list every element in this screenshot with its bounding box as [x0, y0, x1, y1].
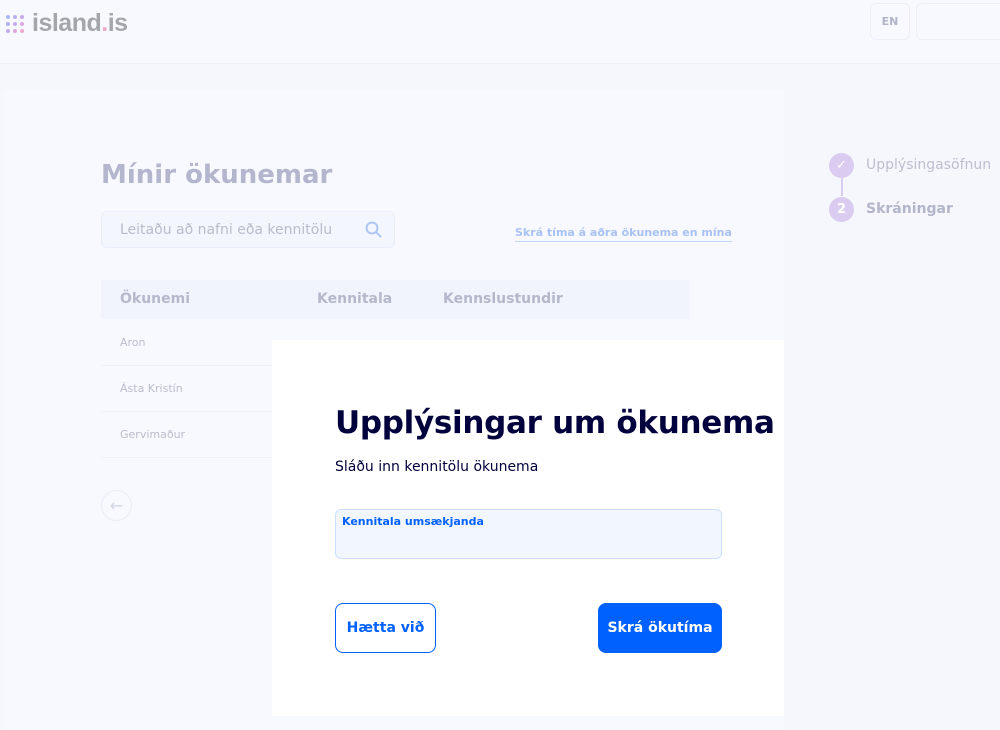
field-label: Kennitala umsækjanda [342, 515, 484, 528]
step-number: 2 [829, 196, 854, 222]
step-done: ✓ Upplýsingasöfnun [829, 152, 991, 178]
header: island.is EN [0, 0, 1000, 64]
search-icon[interactable] [365, 221, 382, 238]
column-header: Kennitala [317, 291, 393, 307]
check-icon: ✓ [829, 152, 854, 178]
island-logo[interactable]: island.is [6, 9, 128, 38]
column-header: Kennslustundir [443, 291, 563, 307]
other-students-link[interactable]: Skrá tíma á aðra ökunema en mína [515, 226, 732, 242]
national-id-input[interactable] [342, 532, 712, 554]
table-header: Ökunemi Kennitala Kennslustundir [101, 280, 690, 319]
student-name: Ásta Kristín [120, 382, 183, 395]
column-header: Ökunemi [120, 291, 191, 307]
logo-text: island.is [32, 9, 128, 37]
step-connector [841, 178, 843, 196]
modal-title: Upplýsingar um ökunema [335, 405, 775, 441]
page-title: Mínir ökunemar [101, 160, 333, 190]
student-name: Gervimaður [120, 428, 186, 441]
student-info-modal: Upplýsingar um ökunema Sláðu inn kennitö… [272, 340, 784, 716]
cancel-button[interactable]: Hætta við [335, 603, 436, 653]
logo-dots-icon [6, 14, 24, 33]
stepper: ✓ Upplýsingasöfnun 2 Skráningar [829, 152, 991, 222]
step-current: 2 Skráningar [829, 196, 991, 222]
language-button[interactable]: EN [870, 3, 910, 40]
student-name: Aron [120, 336, 146, 349]
modal-subtitle: Sláðu inn kennitölu ökunema [335, 459, 539, 475]
step-label: Upplýsingasöfnun [866, 157, 992, 173]
search-input[interactable]: Leitaðu að nafni eða kennitölu [101, 211, 395, 248]
step-label: Skráningar [866, 201, 953, 217]
back-arrow-icon[interactable]: ← [101, 490, 132, 521]
register-lesson-button[interactable]: Skrá ökutíma [598, 603, 722, 653]
user-menu-button[interactable] [916, 3, 1000, 40]
national-id-field[interactable]: Kennitala umsækjanda [335, 509, 722, 559]
